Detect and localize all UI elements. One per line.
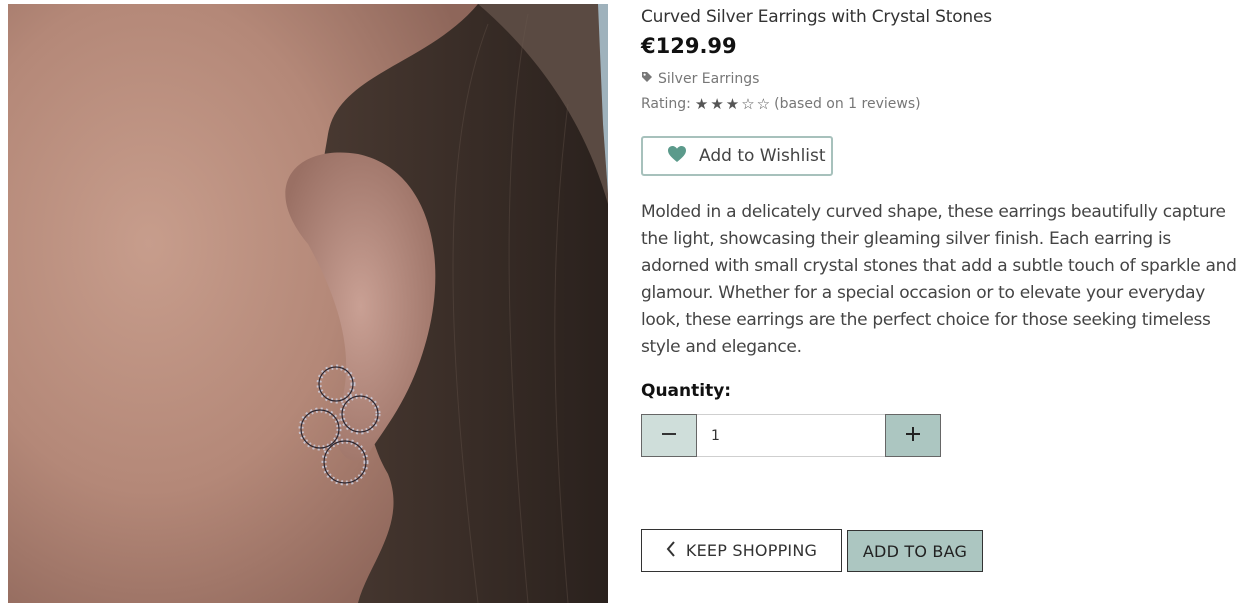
product-price: €129.99 xyxy=(641,34,737,58)
product-category[interactable]: Silver Earrings xyxy=(641,71,759,87)
keep-shopping-button[interactable]: KEEP SHOPPING xyxy=(641,529,842,572)
plus-icon xyxy=(905,423,921,448)
star-filled-icon: ★ xyxy=(694,94,709,113)
product-title: Curved Silver Earrings with Crystal Ston… xyxy=(641,7,992,27)
decrease-quantity-button[interactable] xyxy=(641,414,697,457)
star-filled-icon: ★ xyxy=(725,94,740,113)
product-rating: Rating: ★ ★ ★ ☆ ☆ (based on 1 reviews) xyxy=(641,96,921,112)
wishlist-label: Add to Wishlist xyxy=(699,146,826,166)
chevron-left-icon xyxy=(666,540,676,561)
add-to-bag-button[interactable]: ADD TO BAG xyxy=(847,530,983,572)
quantity-input[interactable] xyxy=(697,414,885,457)
category-label: Silver Earrings xyxy=(658,71,760,87)
quantity-stepper xyxy=(641,414,941,457)
heart-icon xyxy=(667,145,687,168)
minus-icon xyxy=(661,423,677,448)
add-to-wishlist-button[interactable]: Add to Wishlist xyxy=(641,136,833,176)
keep-shopping-label: KEEP SHOPPING xyxy=(685,541,818,560)
increase-quantity-button[interactable] xyxy=(885,414,941,457)
star-filled-icon: ★ xyxy=(710,94,724,113)
reviews-count: (based on 1 reviews) xyxy=(774,96,921,112)
tag-icon xyxy=(641,71,653,87)
rating-stars: ★ ★ ★ ☆ ☆ xyxy=(694,94,771,113)
quantity-label: Quantity: xyxy=(641,381,732,401)
product-description: Molded in a delicately curved shape, the… xyxy=(641,202,1237,357)
rating-label: Rating: xyxy=(641,96,691,112)
star-empty-icon: ☆ xyxy=(741,94,755,113)
product-image xyxy=(8,4,608,603)
star-empty-icon: ☆ xyxy=(756,94,771,113)
